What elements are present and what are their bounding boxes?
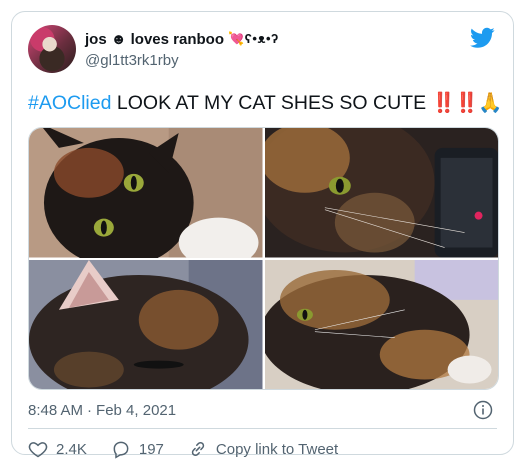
hashtag-link[interactable]: #AOClied [28,92,111,114]
tweet-time[interactable]: 8:48 AM [28,402,83,419]
name-emoji: 💘ʕ•ᴥ•ʔ [228,31,279,46]
twitter-bird-icon[interactable] [470,27,495,49]
timestamp-separator: · [87,401,93,419]
tweet-timestamp[interactable]: 8:48 AM · Feb 4, 2021 [28,400,176,420]
copy-link-button[interactable]: Copy link to Tweet [188,439,338,459]
tweet-date[interactable]: Feb 4, 2021 [96,402,176,419]
user-handle[interactable]: @gl1tt3rk1rby [85,52,179,69]
cat-photo-2-image [264,128,498,258]
cat-photo-1[interactable] [29,128,263,258]
cat-photo-4[interactable] [264,259,498,389]
cat-photo-4-image [264,259,498,389]
tweet-text: #AOClied LOOK AT MY CAT SHES SO CUTE ‼️‼… [28,91,502,115]
reply-count: 197 [138,440,164,458]
double-exclamation-emoji: ‼️ [431,92,456,114]
cat-photo-3[interactable] [29,259,263,389]
display-name[interactable]: jos [85,31,107,48]
tweet-card[interactable]: jos ☻ loves ranboo 💘ʕ•ᴥ•ʔ @gl1tt3rk1rby … [11,11,514,459]
avatar[interactable] [28,25,76,73]
link-icon [191,441,205,457]
copy-link-label: Copy link to Tweet [215,440,339,458]
like-button[interactable]: 2.4K [28,439,87,459]
reply-bubble-icon [113,441,129,459]
author-name-row[interactable]: jos ☻ loves ranboo 💘ʕ•ᴥ•ʔ [85,29,279,49]
action-bar: 2.4K 197 Copy link to Tweet [28,438,362,460]
media-grid [28,127,499,390]
tweet-body: LOOK AT MY CAT SHES SO CUTE [116,92,427,114]
reply-button[interactable]: 197 [111,439,164,459]
cat-photo-1-image [29,128,263,258]
cat-photo-2[interactable] [264,128,498,258]
double-exclamation-emoji: ‼️ [454,92,479,114]
display-name-suffix[interactable]: ☻ loves ranboo [111,31,224,48]
cat-photo-3-image [29,259,263,389]
folded-hands-emoji: 🙏 [478,92,503,114]
divider [28,428,497,429]
like-count: 2.4K [56,440,87,458]
heart-icon [28,442,48,458]
info-icon[interactable] [473,400,493,420]
